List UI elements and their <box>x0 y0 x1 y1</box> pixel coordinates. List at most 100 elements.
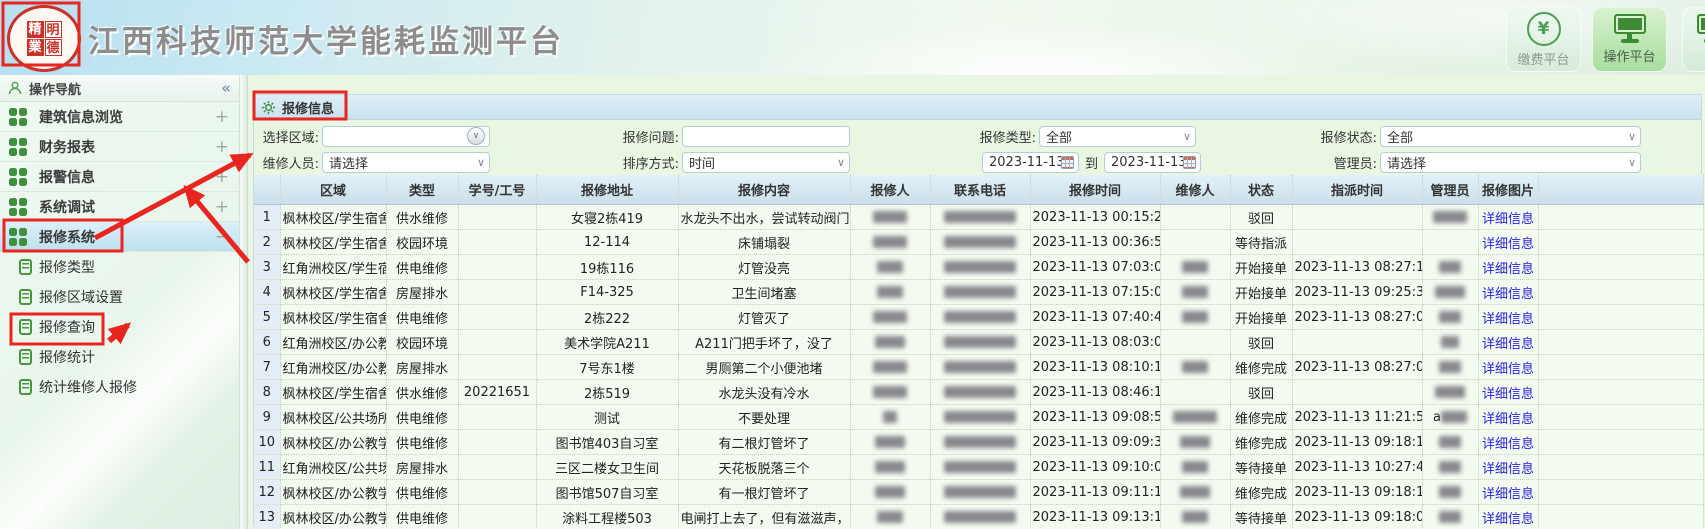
redacted-text <box>1439 461 1461 473</box>
type-select[interactable]: 全部 ∨ <box>1039 126 1196 147</box>
chevron-down-icon: ∨ <box>477 156 485 169</box>
yen-icon: ¥ <box>1527 12 1561 46</box>
date-from-input[interactable]: 2023-11-13 <box>982 152 1079 173</box>
cell-repairer <box>1160 455 1230 480</box>
detail-link[interactable]: 详细信息 <box>1482 437 1534 452</box>
sort-select[interactable]: 时间 ∨ <box>682 152 850 173</box>
sidebar-item[interactable]: 报警信息 + <box>0 162 239 192</box>
grid-icon <box>9 168 27 186</box>
cell-content: 床铺塌裂 <box>678 230 850 255</box>
admin-select[interactable]: 请选择 ∨ <box>1380 152 1641 173</box>
cell-status: 驳回 <box>1230 330 1292 355</box>
cell-num: 4 <box>254 280 280 305</box>
cell-address: 美术学院A211 <box>536 330 678 355</box>
redacted-text <box>877 286 903 298</box>
cell-reporter <box>850 280 930 305</box>
cell-report-time: 2023-11-13 07:03:00 <box>1030 255 1160 280</box>
cell-assign-time: 2023-11-13 11:21:56 <box>1292 405 1422 430</box>
cell-area: 红角洲校区/公共场所 <box>280 455 386 480</box>
cell-admin <box>1422 280 1478 305</box>
detail-link[interactable]: 详细信息 <box>1482 287 1534 302</box>
cell-repairer <box>1160 280 1230 305</box>
cell-area: 枫林校区/学生宿舍 <box>280 380 386 405</box>
page-title: 江西科技师范大学能耗监测平台 <box>88 16 564 61</box>
cell-repairer <box>1160 430 1230 455</box>
detail-link[interactable]: 详细信息 <box>1482 462 1534 477</box>
status-select[interactable]: 全部 ∨ <box>1380 126 1641 147</box>
cell-student-id <box>458 230 536 255</box>
cell-address: 7号东1楼 <box>536 355 678 380</box>
calendar-icon[interactable] <box>1061 156 1074 169</box>
expand-icon[interactable]: + <box>215 137 229 157</box>
redacted-text <box>1435 286 1465 298</box>
sidebar-subitem[interactable]: 报修查询 <box>0 312 239 342</box>
cell-num: 11 <box>254 455 280 480</box>
cell-status: 驳回 <box>1230 205 1292 230</box>
expand-icon[interactable]: − <box>215 227 229 247</box>
sidebar-item[interactable]: 报修系统− <box>0 222 239 252</box>
calendar-icon[interactable] <box>1183 156 1196 169</box>
sidebar-item-label: 报警信息 <box>39 167 95 187</box>
panel-title: 报修信息 <box>282 98 334 117</box>
grid-icon <box>9 198 27 216</box>
sidebar-subitem[interactable]: 报修区域设置 <box>0 282 239 312</box>
detail-link[interactable]: 详细信息 <box>1482 412 1534 427</box>
detail-link[interactable]: 详细信息 <box>1482 387 1534 402</box>
worker-select[interactable]: 请选择 ∨ <box>322 152 490 173</box>
cell-student-id <box>458 505 536 529</box>
expand-icon[interactable]: + <box>215 107 229 127</box>
dropdown-circle-icon[interactable]: ∨ <box>467 127 485 145</box>
issue-input[interactable] <box>682 126 850 147</box>
expand-icon[interactable]: + <box>215 197 229 217</box>
cell-assign-time: 2023-11-13 09:25:35 <box>1292 280 1422 305</box>
detail-link[interactable]: 详细信息 <box>1482 312 1534 327</box>
sidebar-subitem[interactable]: 统计维修人报修 <box>0 372 239 402</box>
sidebar-subitem[interactable]: 报修类型 <box>0 252 239 282</box>
cell-reporter <box>850 355 930 380</box>
payment-platform-label: 缴费平台 <box>1517 49 1569 68</box>
filter-type: 报修类型: 全部 ∨ <box>971 125 1196 147</box>
sidebar-item[interactable]: 系统调试+ <box>0 192 239 222</box>
document-icon <box>19 379 32 395</box>
cell-admin <box>1422 455 1478 480</box>
detail-link[interactable]: 详细信息 <box>1482 512 1534 527</box>
date-to-input[interactable]: 2023-11-13 <box>1104 152 1201 173</box>
col-header-reporter: 报修人 <box>850 175 930 205</box>
cell-assign-time: 2023-11-13 09:18:16 <box>1292 430 1422 455</box>
sidebar-menu: 建筑信息浏览+财务报表+报警信息+系统调试+报修系统− <box>0 102 239 252</box>
sidebar-subitem[interactable]: 报修统计 <box>0 342 239 372</box>
cell-image: 详细信息 <box>1478 255 1538 280</box>
date-to-label: 到 <box>1085 153 1098 172</box>
redacted-text <box>944 261 1016 273</box>
area-combo[interactable]: ∨ <box>322 126 490 147</box>
cell-content: 灯管没亮 <box>678 255 850 280</box>
sidebar-item[interactable]: 建筑信息浏览+ <box>0 102 239 132</box>
cell-admin <box>1422 505 1478 529</box>
panel-splitter[interactable] <box>240 75 248 529</box>
col-header-image: 报修图片 <box>1478 175 1538 205</box>
cell-num: 2 <box>254 230 280 255</box>
detail-link[interactable]: 详细信息 <box>1482 487 1534 502</box>
chevron-down-icon: ∨ <box>1628 130 1636 143</box>
redacted-text <box>944 361 1016 373</box>
cell-report-time: 2023-11-13 09:08:52 <box>1030 405 1160 430</box>
system-platform-button-partial[interactable]: 系 <box>1682 7 1705 72</box>
cell-reporter <box>850 430 930 455</box>
cell-type: 供电维修 <box>386 405 458 430</box>
detail-link[interactable]: 详细信息 <box>1482 212 1534 227</box>
repair-table: 区域类型学号/工号报修地址报修内容报修人联系电话报修时间维修人状态指派时间管理员… <box>254 175 1704 529</box>
detail-link[interactable]: 详细信息 <box>1482 237 1534 252</box>
operation-platform-button[interactable]: 操作平台 <box>1592 7 1667 72</box>
cell-assign-time: 2023-11-13 10:27:47 <box>1292 455 1422 480</box>
redacted-text <box>944 286 1016 298</box>
sidebar-item[interactable]: 财务报表+ <box>0 132 239 162</box>
detail-link[interactable]: 详细信息 <box>1482 262 1534 277</box>
expand-icon[interactable]: + <box>215 167 229 187</box>
redacted-text <box>873 211 907 223</box>
detail-link[interactable]: 详细信息 <box>1482 337 1534 352</box>
cell-report-time: 2023-11-13 00:15:20 <box>1030 205 1160 230</box>
redacted-text <box>875 336 905 348</box>
payment-platform-button[interactable]: ¥ 缴费平台 <box>1506 7 1581 72</box>
detail-link[interactable]: 详细信息 <box>1482 362 1534 377</box>
collapse-sidebar-icon[interactable]: « <box>221 79 231 97</box>
